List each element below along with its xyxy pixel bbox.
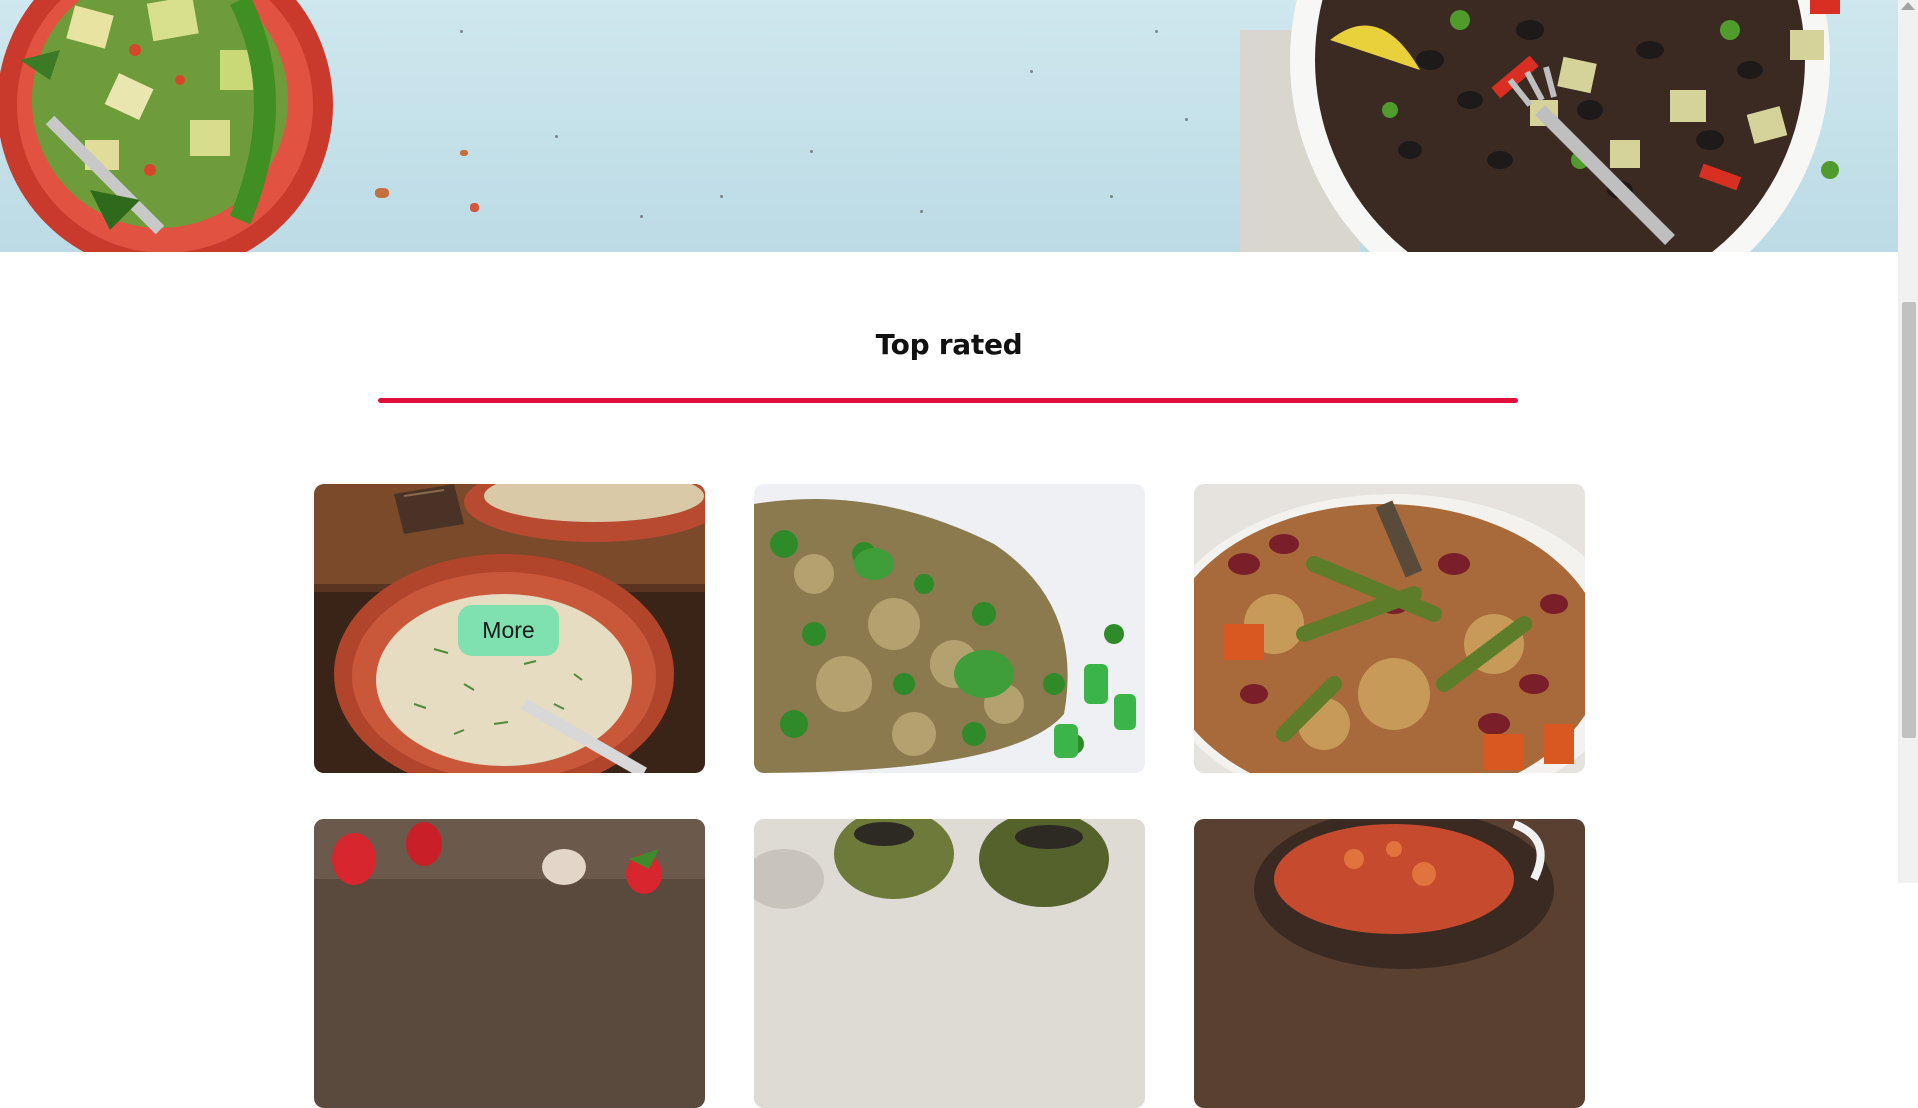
- recipe-card-bean-rice[interactable]: [1194, 484, 1585, 773]
- strawberry-image: [314, 819, 705, 1108]
- recipe-card-rice-peas[interactable]: [754, 484, 1145, 773]
- salad-bowl-left-image: [0, 0, 333, 252]
- recipe-card-grilled-veg[interactable]: [754, 819, 1145, 1108]
- bean-stew-image: [1194, 484, 1585, 773]
- hero-banner: [0, 0, 1898, 252]
- section-title: Top rated: [875, 328, 1023, 361]
- scrollbar-thumb[interactable]: [1902, 302, 1916, 738]
- recipe-card-strawberry[interactable]: [314, 819, 705, 1108]
- tomato-dish-image: [1194, 819, 1585, 1108]
- grilled-veg-image: [754, 819, 1145, 1108]
- recipe-card-tomato-dish[interactable]: [1194, 819, 1585, 1108]
- bean-salad-plate-image: [1240, 0, 1840, 252]
- fried-rice-image: [754, 484, 1145, 773]
- section-divider: [378, 398, 1518, 403]
- more-button[interactable]: More: [458, 605, 559, 656]
- scroll-up-arrow-icon[interactable]: [1901, 2, 1915, 10]
